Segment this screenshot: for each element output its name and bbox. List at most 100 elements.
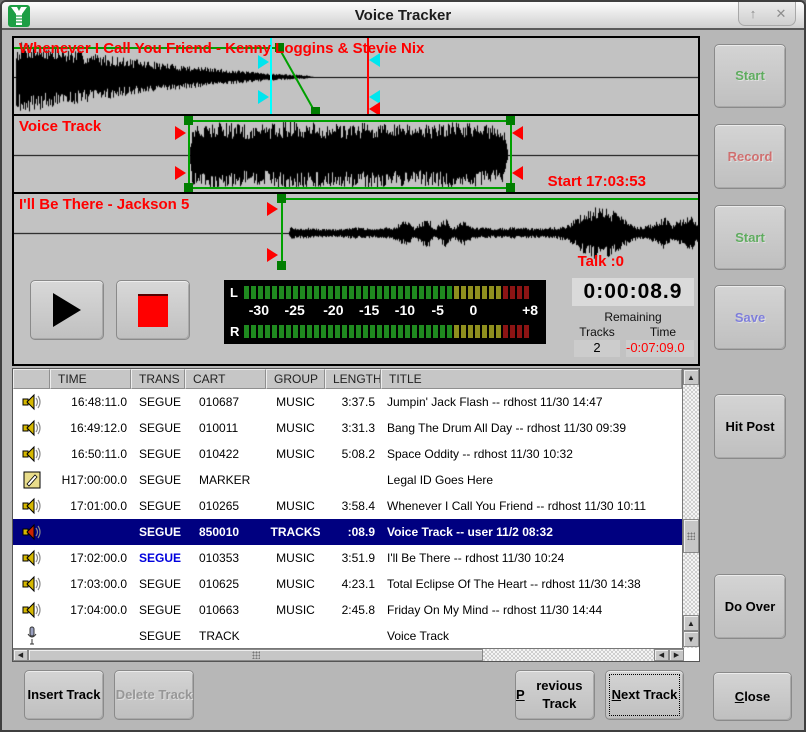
cell-title: Voice Track -- user 11/2 08:32 [381, 519, 682, 545]
meter-scale-tick: -25 [285, 302, 305, 318]
scroll-left-icon[interactable] [13, 649, 28, 661]
scroll-left-icon[interactable] [654, 649, 669, 661]
cell-group: MUSIC [266, 597, 325, 623]
column-header-group[interactable]: GROUP [266, 369, 325, 389]
meter-scale-tick: -15 [359, 302, 379, 318]
region-handle-icon[interactable] [506, 116, 515, 125]
log-row[interactable]: 17:02:00.0SEGUE010353MUSIC3:51.9I'll Be … [13, 545, 682, 571]
region-handle-icon[interactable] [184, 116, 193, 125]
voice-track-start-time: Start 17:03:53 [548, 173, 646, 190]
previous-track-button[interactable]: Previous Track [515, 670, 595, 720]
cell-time [50, 519, 131, 545]
start-marker-icon[interactable] [175, 126, 186, 140]
end-marker-icon[interactable] [512, 126, 523, 140]
column-header-icon[interactable] [13, 369, 50, 389]
stop-button[interactable] [116, 280, 190, 340]
cell-cart: MARKER [185, 467, 266, 493]
cell-length: 3:31.3 [325, 415, 381, 441]
delete-track-button[interactable]: Delete Track [114, 670, 194, 720]
hit-post-button[interactable]: Hit Post [714, 394, 786, 459]
close-window-icon[interactable] [771, 5, 791, 23]
audio-level-meter: L -30-25-20-15-10-50+8 R [224, 280, 546, 344]
log-row[interactable]: 17:03:00.0SEGUE010625MUSIC4:23.1Total Ec… [13, 571, 682, 597]
save-button[interactable]: Save [714, 285, 786, 350]
end-marker-icon[interactable] [512, 166, 523, 180]
region-handle-icon[interactable] [277, 261, 286, 270]
segue-marker-icon[interactable] [258, 90, 269, 104]
waveform-panel-after-track[interactable]: I'll Be There - Jackson 5 Talk :0 [14, 194, 698, 272]
log-row[interactable]: SEGUETRACKVoice Track [13, 623, 682, 649]
log-row[interactable]: 17:04:00.0SEGUE010663MUSIC2:45.8Friday O… [13, 597, 682, 623]
log-row[interactable]: 17:01:00.0SEGUE010265MUSIC3:58.4Whenever… [13, 493, 682, 519]
log-row-selected[interactable]: SEGUE850010TRACKS:08.9Voice Track -- use… [13, 519, 682, 545]
start-segue-button[interactable]: Start [714, 44, 786, 108]
cell-trans: SEGUE [131, 623, 185, 649]
track-start-line [281, 194, 283, 270]
cell-time: 17:04:00.0 [50, 597, 131, 623]
cell-length: 3:37.5 [325, 389, 381, 415]
log-row[interactable]: 16:48:11.0SEGUE010687MUSIC3:37.5Jumpin' … [13, 389, 682, 415]
horizontal-scrollbar[interactable] [13, 648, 684, 661]
waveform-panel-voice-track[interactable]: Voice Track Start 17:03:53 [14, 116, 698, 194]
scroll-down-icon[interactable] [683, 631, 699, 647]
cell-cart: 010422 [185, 441, 266, 467]
horizontal-scroll-thumb[interactable] [28, 649, 483, 661]
start-next-button[interactable]: Start [714, 205, 786, 270]
waveform-panel-before-track[interactable]: Whenever I Call You Friend - Kenny Loggi… [14, 38, 698, 116]
vertical-scrollbar[interactable] [682, 369, 699, 648]
remaining-label: Remaining [572, 310, 694, 324]
region-handle-icon[interactable] [506, 183, 515, 192]
cell-title: Space Oddity -- rdhost 11/30 10:32 [381, 441, 682, 467]
fade-handle-icon[interactable] [311, 107, 320, 116]
meter-right-segments [244, 325, 529, 338]
thumb-grip [687, 532, 695, 540]
scroll-up-icon[interactable] [683, 369, 699, 385]
cell-length [325, 467, 381, 493]
segue-marker-icon[interactable] [258, 55, 269, 69]
play-button[interactable] [30, 280, 104, 340]
column-header-length[interactable]: LENGTH [325, 369, 381, 389]
column-header-cart[interactable]: CART [185, 369, 266, 389]
next-track-button[interactable]: Next Track [605, 670, 684, 720]
cell-title: Voice Track [381, 623, 682, 649]
start-marker-icon[interactable] [175, 166, 186, 180]
column-header-trans[interactable]: TRANS [131, 369, 185, 389]
window-controls [738, 2, 796, 26]
scroll-up-icon[interactable] [683, 615, 699, 631]
cell-trans: SEGUE [131, 571, 185, 597]
region-handle-icon[interactable] [184, 183, 193, 192]
cell-trans: SEGUE [131, 415, 185, 441]
title-bar: Voice Tracker [2, 2, 804, 30]
shade-window-icon[interactable] [743, 5, 763, 23]
speaker-icon [22, 419, 42, 437]
speaker-red-icon [22, 523, 42, 541]
cell-group [266, 467, 325, 493]
scroll-right-icon[interactable] [669, 649, 684, 661]
note-icon [23, 471, 41, 489]
close-button[interactable]: Close [713, 672, 792, 721]
log-row[interactable]: 16:49:12.0SEGUE010011MUSIC3:31.3Bang The… [13, 415, 682, 441]
cell-trans: SEGUE [131, 441, 185, 467]
vertical-scroll-thumb[interactable] [683, 519, 699, 553]
cell-trans: SEGUE [131, 467, 185, 493]
horizontal-scroll-track[interactable] [483, 649, 654, 661]
cell-group: MUSIC [266, 571, 325, 597]
start-marker-icon[interactable] [267, 202, 278, 216]
end-marker-icon[interactable] [369, 102, 380, 116]
cell-cart: 010265 [185, 493, 266, 519]
do-over-button[interactable]: Do Over [714, 574, 786, 639]
log-row[interactable]: 16:50:11.0SEGUE010422MUSIC5:08.2Space Od… [13, 441, 682, 467]
log-row[interactable]: H17:00:00.0SEGUEMARKERLegal ID Goes Here [13, 467, 682, 493]
insert-track-button[interactable]: Insert Track [24, 670, 104, 720]
panel1-track-title: Whenever I Call You Friend - Kenny Loggi… [19, 40, 424, 57]
talk-time-label: Talk :0 [578, 253, 624, 270]
meter-scale: -30-25-20-15-10-50+8 [244, 302, 542, 320]
region-handle-icon[interactable] [277, 194, 286, 203]
cell-trans: SEGUE [131, 493, 185, 519]
column-header-title[interactable]: TITLE [381, 369, 682, 389]
vertical-scroll-track[interactable] [683, 385, 699, 615]
start-marker-icon[interactable] [267, 248, 278, 262]
record-button[interactable]: Record [714, 124, 786, 189]
cell-group: MUSIC [266, 493, 325, 519]
column-header-time[interactable]: TIME [50, 369, 131, 389]
